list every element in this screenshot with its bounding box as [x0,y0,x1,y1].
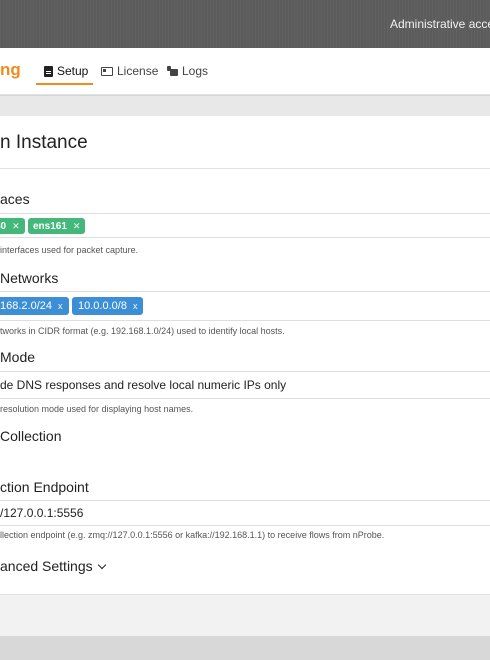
network-tag-label: 10.0.0.0/8 [78,300,127,312]
interface-tag[interactable]: 40 ✕ [0,218,25,234]
dns-mode-help: resolution mode used for displaying host… [0,404,194,414]
local-networks-label: Networks [0,270,59,286]
instance-card: n Instance aces 40 ✕ ens161 ✕ interfaces… [0,116,490,636]
tab-logs[interactable]: Logs [167,64,208,78]
file-icon [44,65,53,77]
license-card-icon [101,66,113,76]
interfaces-label: aces [0,191,30,207]
tab-setup[interactable]: Setup [44,64,88,78]
active-tab-indicator [36,83,93,85]
interfaces-help: interfaces used for packet capture. [0,245,139,255]
tab-license[interactable]: License [101,64,158,78]
card-footer [0,594,490,636]
local-networks-help: tworks in CIDR format (e.g. 192.168.1.0/… [0,326,285,336]
dns-mode-label: Mode [0,349,36,365]
remove-tag-icon[interactable]: ✕ [12,221,20,232]
dns-mode-value: de DNS responses and resolve local numer… [0,378,287,392]
local-networks-field[interactable]: 168.2.0/24 x 10.0.0.0/8 x [0,291,490,321]
collection-endpoint-input[interactable]: /127.0.0.1:5556 [0,500,490,526]
remove-tag-icon[interactable]: x [58,301,63,311]
chevron-down-icon [97,560,106,570]
network-tag-label: 168.2.0/24 [0,300,52,312]
collection-endpoint-value: /127.0.0.1:5556 [0,506,84,520]
collection-endpoint-help: llection endpoint (e.g. zmq://127.0.0.1:… [0,530,385,540]
advanced-settings-label: anced Settings [0,558,93,574]
tab-license-label: License [117,64,159,78]
tab-setup-label: Setup [57,64,89,78]
top-bar: Administrative access [0,0,490,48]
remove-tag-icon[interactable]: x [133,301,138,311]
interfaces-field[interactable]: 40 ✕ ens161 ✕ [0,213,490,238]
dns-mode-select[interactable]: de DNS responses and resolve local numer… [0,371,490,399]
network-tag[interactable]: 10.0.0.0/8 x [72,297,144,315]
admin-access-text: Administrative access [390,17,490,31]
flow-collection-label: Collection [0,428,62,444]
interface-tag-label: ens161 [33,220,67,232]
logs-icon [167,66,178,76]
navbar: ng Setup License Logs [0,48,490,95]
page-band [0,96,490,116]
header-divider [0,168,490,169]
brand-logo: ng [0,60,21,79]
interface-tag-label: 40 [0,220,7,232]
advanced-settings-toggle[interactable]: anced Settings [0,558,106,574]
page-bottom [0,636,490,660]
collection-endpoint-label: ction Endpoint [0,479,89,495]
interface-tag[interactable]: ens161 ✕ [28,218,86,234]
page-title: n Instance [0,132,88,153]
tab-logs-label: Logs [182,64,209,78]
network-tag[interactable]: 168.2.0/24 x [0,297,69,315]
remove-tag-icon[interactable]: ✕ [73,221,81,232]
